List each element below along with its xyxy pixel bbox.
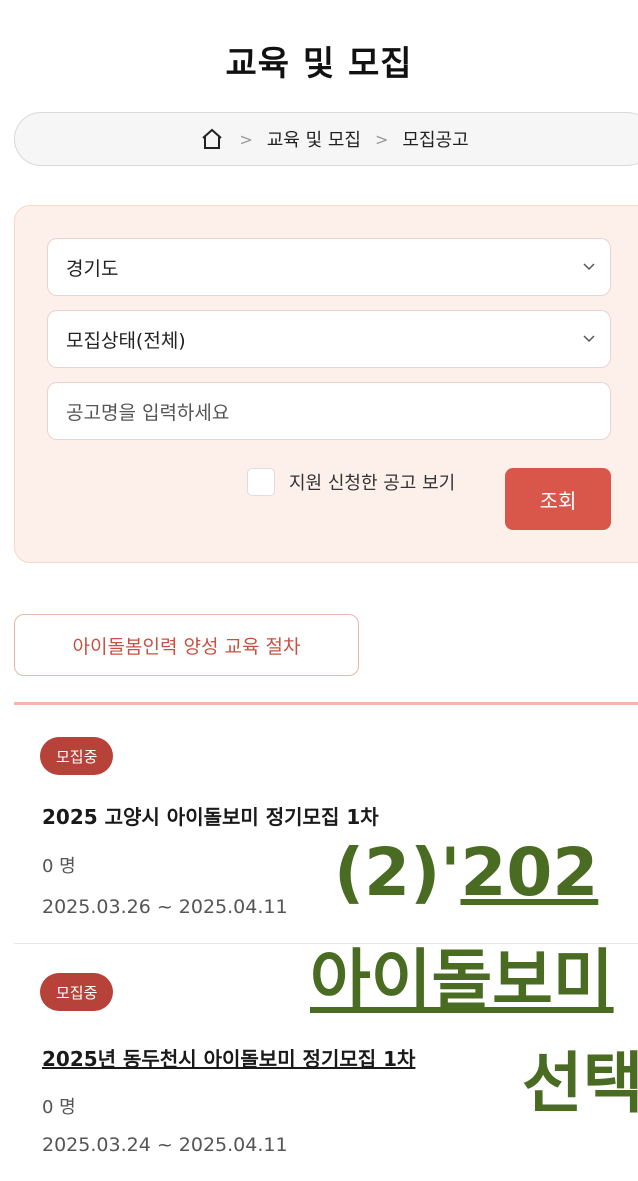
listing-title[interactable]: 2025년 동두천시 아이돌보미 정기모집 1차 xyxy=(42,1043,415,1072)
annotation-year: 202 xyxy=(460,834,599,911)
breadcrumb-separator: > xyxy=(375,129,389,149)
training-process-button[interactable]: 아이돌봄인력 양성 교육 절차 xyxy=(14,614,359,676)
search-placeholder: 공고명을 입력하세요 xyxy=(66,401,230,424)
page-title: 교육 및 모집 xyxy=(225,44,413,84)
listing-title[interactable]: 2025 고양시 아이돌보미 정기모집 1차 xyxy=(42,801,379,830)
status-select-value: 모집상태(전체) xyxy=(66,329,186,352)
region-select-value: 경기도 xyxy=(66,257,119,280)
annotation-line-1: (2)'202 xyxy=(334,834,598,911)
chevron-down-icon xyxy=(583,335,595,343)
breadcrumb-recruit[interactable]: 모집공고 xyxy=(402,126,468,152)
applied-only-toggle[interactable]: 지원 신청한 공고 보기 xyxy=(247,468,455,496)
annotation-line-2: 아이돌보미 xyxy=(310,942,614,1019)
search-button[interactable]: 조회 xyxy=(505,468,611,530)
applied-only-checkbox[interactable] xyxy=(247,468,275,496)
search-input[interactable]: 공고명을 입력하세요 xyxy=(47,382,611,440)
home-icon[interactable] xyxy=(199,126,225,152)
filter-panel: 경기도 모집상태(전체) 공고명을 입력하세요 지원 신청한 공고 보기 조회 xyxy=(14,205,638,563)
listing-count: 0 명 xyxy=(42,1097,76,1118)
listing-period: 2025.03.26 ~ 2025.04.11 xyxy=(42,896,288,918)
annotation-line-3: 선택 xyxy=(522,1045,638,1122)
listing-period: 2025.03.24 ~ 2025.04.11 xyxy=(42,1134,288,1156)
status-select[interactable]: 모집상태(전체) xyxy=(47,310,611,368)
listing-count: 0 명 xyxy=(42,856,76,877)
region-select[interactable]: 경기도 xyxy=(47,238,611,296)
chevron-down-icon xyxy=(583,263,595,271)
status-badge: 모집중 xyxy=(40,737,114,775)
list-divider xyxy=(14,702,638,705)
annotation-prefix: (2)' xyxy=(334,834,461,911)
breadcrumb: > 교육 및 모집 > 모집공고 xyxy=(14,112,638,166)
breadcrumb-separator: > xyxy=(239,129,253,149)
breadcrumb-education[interactable]: 교육 및 모집 xyxy=(267,126,361,152)
applied-only-label: 지원 신청한 공고 보기 xyxy=(289,473,456,494)
status-badge: 모집중 xyxy=(40,973,114,1011)
